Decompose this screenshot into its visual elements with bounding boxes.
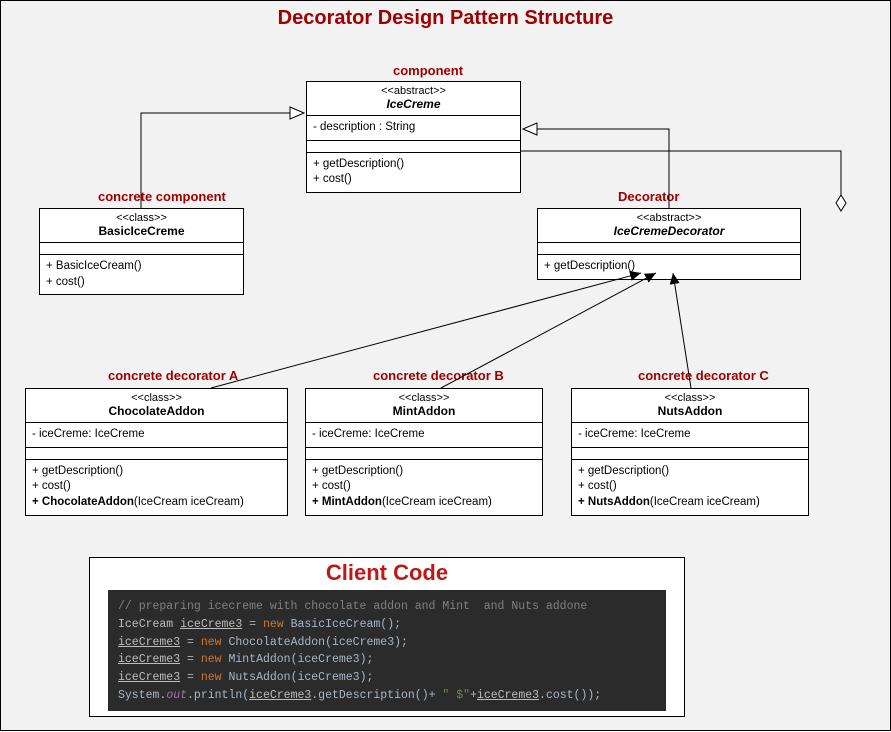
operations: + getDescription() + cost() + ChocolateA… [26,460,287,515]
code-line: iceCreme3 = new NutsAddon(iceCreme3); [118,669,656,687]
operations: + getDescription() + cost() [307,153,520,192]
client-code-title: Client Code [90,558,684,590]
class-nutsaddon: <<class>> NutsAddon - iceCreme: IceCreme… [571,388,809,516]
operations: + BasicIceCream() + cost() [40,255,243,294]
label-concrete-decorator-a: concrete decorator A [108,368,238,383]
operations: + getDescription() + cost() + MintAddon(… [306,460,542,515]
class-icecremedecorator: <<abstract>> IceCremeDecorator + getDesc… [537,208,801,280]
class-icecreme: <<abstract>> IceCreme - description : St… [306,81,521,193]
label-concrete-decorator-c: concrete decorator C [638,368,769,383]
stereo: <<abstract>> [311,85,516,98]
code-line: IceCream iceCreme3 = new BasicIceCream()… [118,616,656,634]
client-code-snippet: // preparing icecreme with chocolate add… [108,590,666,711]
code-line: System.out.println(iceCreme3.getDescript… [118,687,656,705]
label-decorator: Decorator [618,189,679,204]
class-name: IceCreme [311,98,516,112]
label-component: component [393,63,463,78]
client-code-box: Client Code // preparing icecreme with c… [89,557,685,717]
code-line: iceCreme3 = new ChocolateAddon(iceCreme3… [118,634,656,652]
attributes: - description : String [307,116,520,141]
class-chocolateaddon: <<class>> ChocolateAddon - iceCreme: Ice… [25,388,288,516]
class-mintaddon: <<class>> MintAddon - iceCreme: IceCreme… [305,388,543,516]
label-concrete-decorator-b: concrete decorator B [373,368,504,383]
code-line: iceCreme3 = new MintAddon(iceCreme3); [118,651,656,669]
operations: + getDescription() + cost() + NutsAddon(… [572,460,808,515]
diagram-title: Decorator Design Pattern Structure [1,7,890,30]
label-concrete-component: concrete component [98,189,226,204]
code-comment: // preparing icecreme with chocolate add… [118,598,656,616]
operations: + getDescription() [538,255,800,279]
diagram-canvas: Decorator Design Pattern Structure compo… [0,0,891,731]
class-basicicecreme: <<class>> BasicIceCreme + BasicIceCream(… [39,208,244,295]
